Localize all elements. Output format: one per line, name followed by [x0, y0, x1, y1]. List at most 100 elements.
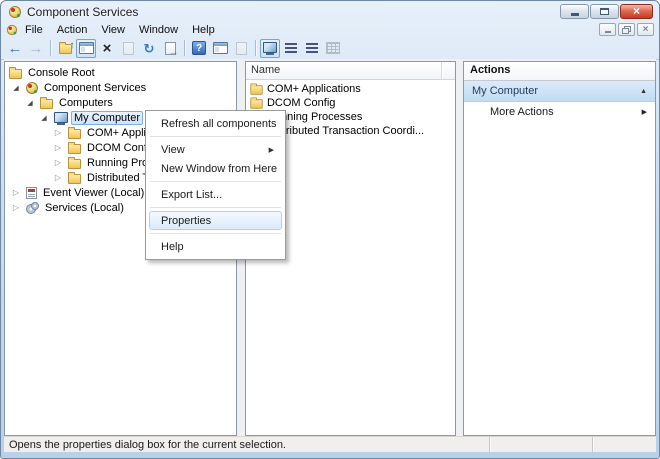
menu-item-window[interactable]: Window: [132, 24, 185, 36]
show-hide-console-tree-icon: [79, 42, 94, 54]
toolbar-separator: [255, 40, 256, 56]
expander-collapsed-icon[interactable]: ▷: [9, 188, 23, 197]
toolbar-export-list-button[interactable]: [160, 39, 180, 58]
context-menu: Refresh all components View▶New Window fr…: [145, 110, 286, 260]
mdi-restore-icon: [622, 26, 631, 34]
context-menu-item-label: Properties: [161, 215, 211, 227]
mdi-child-icon[interactable]: [7, 24, 17, 34]
context-menu-item-label: Export List...: [161, 189, 222, 201]
expander-collapsed-icon[interactable]: ▷: [9, 203, 23, 212]
context-help-icon: [236, 42, 247, 55]
actions-panel: Actions My Computer ▲ More Actions ▶: [463, 61, 656, 436]
mdi-minimize-button[interactable]: [599, 23, 616, 36]
refresh-icon: ↻: [144, 42, 155, 55]
actions-section-title: My Computer: [472, 85, 538, 97]
folder-icon: [68, 174, 81, 184]
content-area: Console Root ◢ Component Services◢Computer…: [4, 59, 656, 436]
expander-expanded-icon[interactable]: ◢: [9, 84, 23, 92]
context-menu-item-new-window-from-here[interactable]: New Window from Here: [149, 159, 282, 178]
expander-collapsed-icon[interactable]: ▷: [51, 143, 65, 152]
toolbar-up-one-level-button[interactable]: ↑: [55, 39, 75, 58]
expander-expanded-icon[interactable]: ◢: [37, 114, 51, 122]
services-icon: [26, 202, 39, 214]
status-pane: [592, 437, 656, 452]
tree-item-label: Component Services: [41, 81, 149, 95]
titlebar[interactable]: Component Services ×: [1, 1, 659, 22]
expander-expanded-icon[interactable]: ◢: [23, 99, 37, 107]
expander-collapsed-icon[interactable]: ▷: [51, 173, 65, 182]
toolbar-context-help-button: [231, 39, 251, 58]
toolbar-property-view-button[interactable]: [302, 39, 322, 58]
tree-item-component-services[interactable]: ◢ Component Services: [5, 80, 236, 95]
menubar: FileActionViewWindowHelp ×: [1, 22, 659, 37]
close-icon: ×: [633, 5, 640, 17]
folder-icon: [250, 85, 262, 95]
more-actions-label: More Actions: [490, 106, 554, 118]
status-text: Opens the properties dialog box for the …: [4, 439, 489, 451]
maximize-button[interactable]: [590, 4, 619, 19]
context-menu-item-export-list[interactable]: Export List...: [149, 185, 282, 204]
toolbar-help-button[interactable]: ?: [189, 39, 209, 58]
event-viewer-icon: [26, 187, 37, 199]
close-button[interactable]: ×: [620, 4, 653, 19]
context-menu-item-properties[interactable]: Properties: [149, 211, 282, 230]
toolbar-separator: [50, 40, 51, 56]
tree-item-label: My Computer: [71, 111, 143, 125]
toolbar-show-hide-console-tree-button[interactable]: [76, 39, 96, 58]
tree-item-console-root[interactable]: Console Root: [5, 65, 236, 80]
actions-splitter[interactable]: [456, 61, 463, 436]
column-header-name[interactable]: Name: [246, 62, 442, 79]
mdi-restore-button[interactable]: [618, 23, 635, 36]
menu-item-action[interactable]: Action: [50, 24, 95, 36]
tree-item-computers[interactable]: ◢Computers: [5, 95, 236, 110]
expander-collapsed-icon[interactable]: ▷: [51, 128, 65, 137]
toolbar-my-computer-view-button[interactable]: [260, 39, 280, 58]
properties-icon: [123, 42, 134, 55]
folder-icon: [68, 129, 81, 139]
menu-item-help[interactable]: Help: [185, 24, 222, 36]
toolbar-show-hide-action-pane-button[interactable]: [210, 39, 230, 58]
minimize-button[interactable]: [560, 4, 589, 19]
maximize-icon: [600, 8, 609, 15]
folder-icon: [40, 99, 53, 109]
expander-collapsed-icon[interactable]: ▷: [51, 158, 65, 167]
menu-item-view[interactable]: View: [94, 24, 132, 36]
toolbar-delete-button[interactable]: ×: [97, 39, 117, 58]
actions-section-my-computer[interactable]: My Computer ▲: [464, 81, 655, 102]
context-menu-item-refresh-all-components[interactable]: Refresh all components: [149, 114, 282, 133]
computer-icon: [54, 112, 68, 124]
list-item-dcom-config[interactable]: DCOM Config: [246, 96, 455, 110]
folder-icon: [250, 99, 262, 109]
folder-icon: [68, 159, 81, 169]
window-title: Component Services: [27, 5, 138, 19]
toolbar: ← → ↑ × ↻?: [1, 37, 659, 60]
collapse-icon[interactable]: ▲: [640, 88, 647, 95]
detail-view-icon: [326, 42, 340, 54]
toolbar-refresh-button[interactable]: ↻: [139, 39, 159, 58]
export-list-icon: [165, 42, 176, 55]
delete-icon: ×: [103, 41, 112, 56]
context-menu-item-help[interactable]: Help: [149, 237, 282, 256]
toolbar-back-button[interactable]: ←: [5, 39, 25, 58]
list-header: Name: [246, 62, 455, 80]
forward-icon: →: [29, 41, 44, 56]
more-actions-item[interactable]: More Actions ▶: [464, 102, 655, 122]
submenu-arrow-icon: ▶: [642, 108, 647, 116]
toolbar-status-view-button[interactable]: [281, 39, 301, 58]
status-pane: [489, 437, 592, 452]
tree-item-label: Services (Local): [42, 201, 127, 215]
context-menu-item-view[interactable]: View▶: [149, 140, 282, 159]
menu-item-file[interactable]: File: [18, 24, 50, 36]
folder-icon: [9, 69, 22, 79]
list-item-label: COM+ Applications: [267, 83, 361, 95]
submenu-arrow-icon: ▶: [269, 146, 274, 154]
list-item-com-applications[interactable]: COM+ Applications: [246, 82, 455, 96]
mdi-close-button[interactable]: ×: [637, 23, 654, 36]
my-computer-view-icon: [263, 42, 277, 54]
toolbar-detail-view-button: [323, 39, 343, 58]
list-item-label: DCOM Config: [267, 97, 335, 109]
help-icon: ?: [192, 41, 206, 55]
statusbar: Opens the properties dialog box for the …: [4, 436, 656, 452]
status-view-icon: [285, 43, 297, 53]
up-arrow-icon: ↑: [70, 40, 75, 51]
